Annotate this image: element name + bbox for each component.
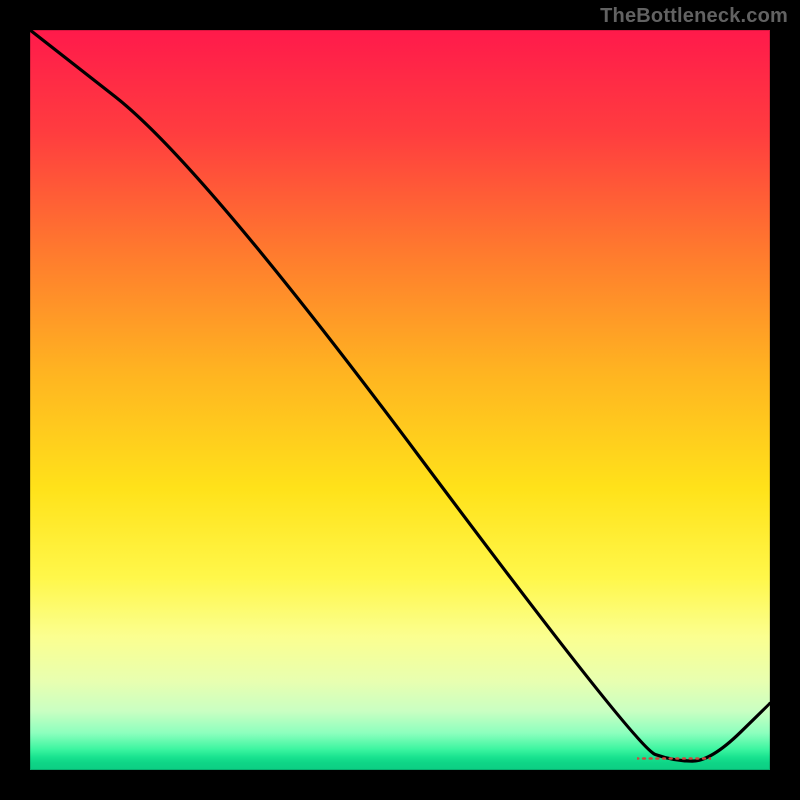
plot-area [30,30,770,770]
bottleneck-curve [30,30,770,770]
chart-stage: TheBottleneck.com [0,0,800,800]
watermark: TheBottleneck.com [600,6,788,26]
